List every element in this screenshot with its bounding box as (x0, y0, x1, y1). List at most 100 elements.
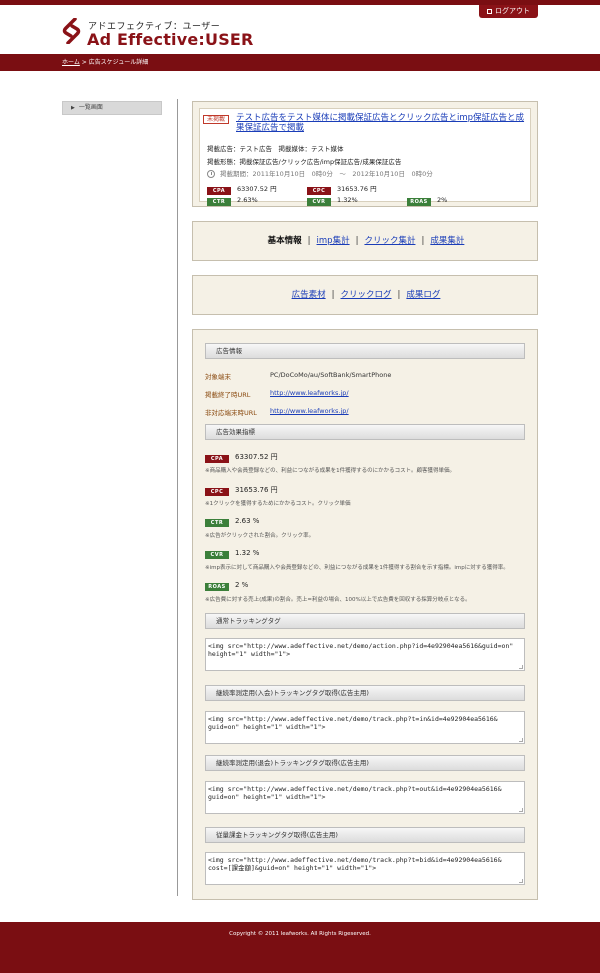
breadcrumb-home-link[interactable]: ホーム (62, 59, 80, 66)
metric-roas: ROAS 2% (407, 196, 447, 206)
effect-roas-note: ※広告費に対する売上(成果)の割合。売上=利益の場合、100%以上で広告費を回収… (205, 597, 471, 603)
effect-cpc: CPC 31653.76 円 (205, 485, 278, 496)
tag-code-text: <img src="http://www.adeffective.net/dem… (208, 785, 502, 801)
triangle-right-icon: ▶ (71, 105, 75, 111)
effect-cpa-note: ※商品購入や会員登録などの、利益につながる成果を1件獲得するのにかかるコスト。顧… (205, 468, 456, 474)
metric-tag: CPA (207, 187, 231, 195)
metric-value: 2% (437, 196, 448, 204)
info-link-end-url[interactable]: http://www.leafworks.jp/ (270, 389, 349, 397)
tag-heading-normal: 通常トラッキングタグ (205, 613, 525, 629)
metric-cpc: CPC 31653.76 円 (307, 183, 377, 195)
tag-heading-leave: 継続率測定用(退会)トラッキングタグ取得(広告主用) (205, 755, 525, 771)
link-ad-material[interactable]: 広告素材 (292, 290, 326, 300)
info-label-unsupported-url: 非対応端末時URL (205, 409, 257, 417)
metric-value: 63307.52 円 (237, 185, 277, 193)
metric-value: 63307.52 円 (235, 453, 278, 461)
log-nav-panel: 広告素材 | クリックログ | 成果ログ (192, 275, 538, 315)
tag-code-billing[interactable]: <img src="http://www.adeffective.net/dem… (205, 852, 525, 885)
info-label-end-url: 掲載終了時URL (205, 391, 251, 399)
effect-ctr-note: ※広告がクリックされた割合。クリック率。 (205, 533, 315, 539)
info-link-unsupported-url[interactable]: http://www.leafworks.jp/ (270, 407, 349, 415)
ad-info-heading: 広告情報 (205, 343, 525, 359)
report-nav-panel: 基本情報 | imp集計 | クリック集計 | 成果集計 (192, 221, 538, 261)
tag-code-leave[interactable]: <img src="http://www.adeffective.net/dem… (205, 781, 525, 814)
campaign-title-link[interactable]: テスト広告をテスト媒体に掲載保証広告とクリック広告とimp保証広告と成果保証広告… (236, 113, 528, 133)
metric-cpa: CPA 63307.52 円 (207, 183, 277, 195)
breadcrumb: ホーム > 広告スケジュール詳細 (0, 54, 600, 71)
log-nav: 広告素材 | クリックログ | 成果ログ (193, 276, 539, 314)
campaign-period: 掲載期間：2011年10月10日 0時0分 〜 2012年10月10日 0時0分 (207, 168, 433, 178)
nav-separator: | (355, 236, 359, 246)
detail-panel: 広告情報 対象端末 PC/DoCoMo/au/SoftBank/SmartPho… (192, 329, 538, 900)
logout-label: ログアウト (495, 7, 530, 15)
metric-tag: CPC (205, 488, 229, 496)
metric-value: 31653.76 円 (235, 486, 278, 494)
metric-value: 1.32 % (235, 549, 260, 557)
effect-ctr: CTR 2.63 % (205, 517, 259, 527)
report-nav: 基本情報 | imp集計 | クリック集計 | 成果集計 (193, 222, 539, 260)
breadcrumb-separator: > (79, 59, 89, 66)
tag-code-normal[interactable]: <img src="http://www.adeffective.net/dem… (205, 638, 525, 671)
ad-effective-logo-icon (62, 18, 81, 44)
status-badge: 未掲載 (203, 115, 230, 124)
tag-code-text: <img src="http://www.adeffective.net/dem… (208, 856, 502, 872)
effect-cpc-note: ※1クリックを獲得するためにかかるコスト。クリック単価 (205, 501, 351, 507)
info-value-device: PC/DoCoMo/au/SoftBank/SmartPhone (270, 371, 392, 379)
link-click-log[interactable]: クリックログ (340, 290, 391, 300)
effect-heading: 広告効果指標 (205, 424, 525, 440)
metric-value: 31653.76 円 (337, 185, 377, 193)
nav-separator: | (307, 236, 311, 246)
effect-cvr: CVR 1.32 % (205, 549, 259, 559)
campaign-meta-ad-media: 掲載広告：テスト広告 掲載媒体：テスト媒体 (207, 145, 344, 153)
metric-tag: CVR (307, 198, 331, 206)
metric-value: 2.63 % (235, 517, 260, 525)
copyright-text: Copyright © 2011 leafworks. All Rights R… (229, 931, 371, 937)
metric-ctr: CTR 2.63% (207, 196, 258, 206)
logout-button[interactable]: ログアウト (479, 5, 538, 18)
logout-icon (487, 8, 492, 14)
sidebar-divider (177, 99, 178, 896)
resize-grip-icon[interactable] (519, 879, 523, 883)
logo-title: Ad Effective:USER (87, 30, 254, 49)
tag-heading-join: 継続率測定用(入会)トラッキングタグ取得(広告主用) (205, 685, 525, 701)
metric-tag: CVR (205, 551, 229, 559)
info-label-device: 対象端末 (205, 373, 231, 381)
metric-tag: CTR (205, 519, 229, 527)
nav-separator: | (421, 236, 425, 246)
effect-cvr-note: ※imp表示に対して商品購入や会員登録などの、利益につながる成果を1件獲得する割… (205, 565, 509, 571)
footer: Copyright © 2011 leafworks. All Rights R… (0, 922, 600, 973)
metric-tag: CTR (207, 198, 231, 206)
breadcrumb-current: 広告スケジュール詳細 (88, 59, 149, 66)
back-to-list-button[interactable]: ▶ 一覧画面 (62, 101, 162, 115)
tag-code-join[interactable]: <img src="http://www.adeffective.net/dem… (205, 711, 525, 744)
metric-tag: ROAS (407, 198, 431, 206)
campaign-meta-type: 掲載形態：掲載保証広告/クリック広告/imp保証広告/成果保証広告 (207, 158, 402, 166)
tag-heading-billing: 従量課金トラッキングタグ取得(広告主用) (205, 827, 525, 843)
metric-tag: CPA (205, 455, 229, 463)
link-conversion-log[interactable]: 成果ログ (406, 290, 440, 300)
campaign-period-text: 掲載期間：2011年10月10日 0時0分 〜 2012年10月10日 0時0分 (220, 170, 433, 178)
effect-roas: ROAS 2 % (205, 581, 248, 591)
metric-value: 1.32% (337, 196, 358, 204)
metric-cvr: CVR 1.32% (307, 196, 358, 206)
tab-basic-info: 基本情報 (267, 236, 302, 246)
back-to-list-label: 一覧画面 (78, 104, 103, 111)
tab-imp-summary[interactable]: imp集計 (317, 236, 350, 246)
campaign-summary-panel: 未掲載 テスト広告をテスト媒体に掲載保証広告とクリック広告とimp保証広告と成果… (192, 101, 538, 207)
clock-icon (207, 169, 215, 178)
metric-tag: ROAS (205, 583, 229, 591)
resize-grip-icon[interactable] (519, 665, 523, 669)
nav-separator: | (331, 290, 335, 300)
metric-tag: CPC (307, 187, 331, 195)
nav-separator: | (397, 290, 401, 300)
tag-code-text: <img src="http://www.adeffective.net/dem… (208, 642, 514, 658)
effect-cpa: CPA 63307.52 円 (205, 452, 278, 463)
resize-grip-icon[interactable] (519, 808, 523, 812)
resize-grip-icon[interactable] (519, 738, 523, 742)
tag-code-text: <img src="http://www.adeffective.net/dem… (208, 715, 498, 731)
metric-value: 2.63% (237, 196, 258, 204)
tab-click-summary[interactable]: クリック集計 (364, 236, 415, 246)
metric-value: 2 % (235, 581, 249, 589)
tab-conversion-summary[interactable]: 成果集計 (430, 236, 464, 246)
campaign-card: 未掲載 テスト広告をテスト媒体に掲載保証広告とクリック広告とimp保証広告と成果… (199, 108, 531, 206)
